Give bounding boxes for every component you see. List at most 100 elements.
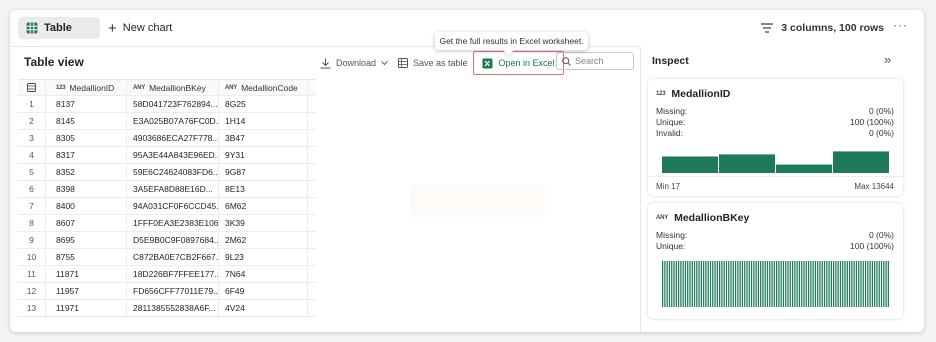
table-cell[interactable]: 3K39 xyxy=(219,215,308,231)
table-row[interactable]: 10 8755 C872BA0E7CB2F667... 9L23 xyxy=(18,249,316,266)
table-cell[interactable]: 58D041723F762894... xyxy=(127,96,219,112)
unique-bar xyxy=(862,261,864,307)
table-row[interactable]: 12 11957 FD656CFF77011E79... 6F49 xyxy=(18,283,316,300)
histogram-bar xyxy=(833,151,889,173)
table-cell[interactable]: 11971 xyxy=(46,300,127,316)
search-box[interactable] xyxy=(556,52,634,70)
table-cell[interactable]: 8398 xyxy=(46,181,127,197)
histogram-bar xyxy=(776,164,832,173)
table-cell[interactable]: 8E13 xyxy=(219,181,308,197)
grid-table-icon xyxy=(27,83,36,92)
table-cell[interactable]: FD656CFF77011E79... xyxy=(127,283,219,299)
table-cell[interactable]: 8352 xyxy=(46,164,127,180)
unique-bar xyxy=(846,261,848,307)
unique-bar xyxy=(712,261,714,307)
unique-bar xyxy=(858,261,860,307)
table-cell[interactable]: 8137 xyxy=(46,96,127,112)
table-cell[interactable]: 2M62 xyxy=(219,232,308,248)
table-cell[interactable]: 6M62 xyxy=(219,198,308,214)
save-as-table-label: Save as table xyxy=(413,58,468,68)
stat-label: Invalid: xyxy=(656,128,683,138)
column-info[interactable]: 3 columns, 100 rows xyxy=(761,19,884,37)
unique-bar xyxy=(689,261,691,307)
new-chart-button[interactable]: + New chart xyxy=(108,17,172,39)
unique-bar xyxy=(833,261,835,307)
table-cell[interactable]: 18D226BF7FFEE177... xyxy=(127,266,219,282)
table-row[interactable]: 3 8305 4903686ECA27F778... 3B47 xyxy=(18,130,316,147)
table-row[interactable]: 8 8607 1FFF0EA3E2383E106... 3K39 xyxy=(18,215,316,232)
unique-bar xyxy=(855,261,858,307)
table-cell[interactable]: 4903686ECA27F778... xyxy=(127,130,219,146)
unique-bar xyxy=(707,261,709,307)
download-button[interactable]: Download xyxy=(320,55,388,71)
table-cell[interactable]: 3A5EFA8D88E16D... xyxy=(127,181,219,197)
unique-bar xyxy=(737,261,739,307)
table-cell[interactable]: 3B47 xyxy=(219,130,308,146)
search-input[interactable] xyxy=(575,56,629,66)
unique-values-chart xyxy=(662,261,889,307)
table-row[interactable]: 9 8695 D5E9B0C9F0897684... 2M62 xyxy=(18,232,316,249)
table-cell[interactable]: 8755 xyxy=(46,249,127,265)
open-in-excel-label: Open in Excel xyxy=(498,58,555,68)
histogram-bar xyxy=(719,154,775,173)
save-as-table-button[interactable]: Save as table xyxy=(398,55,468,71)
table-cell[interactable]: 95A3E44A843E96ED... xyxy=(127,147,219,163)
table-row[interactable]: 5 8352 59E6C24624083FD6... 9G87 xyxy=(18,164,316,181)
table-cell[interactable]: 8G25 xyxy=(219,96,308,112)
column-header-medallioncode[interactable]: ANY MedallionCode xyxy=(219,80,308,95)
table-cell[interactable]: D5E9B0C9F0897684... xyxy=(127,232,219,248)
table-row[interactable]: 1 8137 58D041723F762894... 8G25 xyxy=(18,96,316,113)
table-cell[interactable]: 8305 xyxy=(46,130,127,146)
table-cell[interactable]: C872BA0E7CB2F667... xyxy=(127,249,219,265)
grid-corner[interactable] xyxy=(18,80,46,95)
unique-bar xyxy=(662,261,664,307)
table-cell[interactable]: E3A025B07A76FC0D... xyxy=(127,113,219,129)
table-cell[interactable]: 8695 xyxy=(46,232,127,248)
table-row[interactable]: 11 11871 18D226BF7FFEE177... 7N64 xyxy=(18,266,316,283)
table-cell[interactable]: 11871 xyxy=(46,266,127,282)
collapse-panel-icon[interactable]: » xyxy=(884,52,891,67)
table-cell[interactable]: 11957 xyxy=(46,283,127,299)
table-row[interactable]: 13 11971 2811385552838A6F... 4V24 xyxy=(18,300,316,317)
unique-bar xyxy=(796,261,798,307)
column-header-medallionid[interactable]: 123 MedallionID xyxy=(46,80,127,95)
table-cell[interactable]: 1FFF0EA3E2383E106... xyxy=(127,215,219,231)
stat-label: Missing: xyxy=(656,106,688,116)
unique-bar xyxy=(876,261,878,307)
table-row[interactable]: 6 8398 3A5EFA8D88E16D... 8E13 xyxy=(18,181,316,198)
table-cell[interactable]: 6F49 xyxy=(219,283,308,299)
table-cell[interactable]: 1H14 xyxy=(219,113,308,129)
unique-bar xyxy=(821,261,823,307)
excel-icon xyxy=(482,58,493,68)
open-in-excel-button[interactable]: Open in Excel xyxy=(473,51,564,75)
any-type-icon: ANY xyxy=(225,84,238,91)
column-header-medallionbkey[interactable]: ANY MedallionBKey xyxy=(127,80,219,95)
table-cell[interactable]: 59E6C24624083FD6... xyxy=(127,164,219,180)
table-cell[interactable]: 2811385552838A6F... xyxy=(127,300,219,316)
table-cell[interactable]: 8400 xyxy=(46,198,127,214)
table-cell[interactable]: 8317 xyxy=(46,147,127,163)
data-grid: 123 MedallionID ANY MedallionBKey ANY Me… xyxy=(18,79,316,317)
stat-row: Missing: 0 (0%) xyxy=(656,230,894,240)
unique-bar xyxy=(664,261,666,307)
column-header-label: MedallionCode xyxy=(241,82,298,93)
table-row[interactable]: 2 8145 E3A025B07A76FC0D... 1H14 xyxy=(18,113,316,130)
unique-bar xyxy=(725,261,728,307)
stat-label: Unique: xyxy=(656,117,686,127)
table-cell[interactable]: 7N64 xyxy=(219,266,308,282)
table-cell[interactable]: 8607 xyxy=(46,215,127,231)
table-cell[interactable]: 8145 xyxy=(46,113,127,129)
table-cell[interactable]: 9Y31 xyxy=(219,147,308,163)
table-cell[interactable]: 9G87 xyxy=(219,164,308,180)
unique-bar xyxy=(753,261,755,307)
table-cell[interactable]: 9L23 xyxy=(219,249,308,265)
tab-table[interactable]: Table xyxy=(18,17,100,39)
more-options-icon[interactable]: ··· xyxy=(893,18,908,32)
stat-row: Invalid: 0 (0%) xyxy=(656,128,894,138)
table-save-icon xyxy=(398,58,408,68)
unique-bar xyxy=(741,261,744,307)
table-cell[interactable]: 4V24 xyxy=(219,300,308,316)
table-cell[interactable]: 94A031CF0F6CCD45... xyxy=(127,198,219,214)
table-row[interactable]: 4 8317 95A3E44A843E96ED... 9Y31 xyxy=(18,147,316,164)
table-row[interactable]: 7 8400 94A031CF0F6CCD45... 6M62 xyxy=(18,198,316,215)
